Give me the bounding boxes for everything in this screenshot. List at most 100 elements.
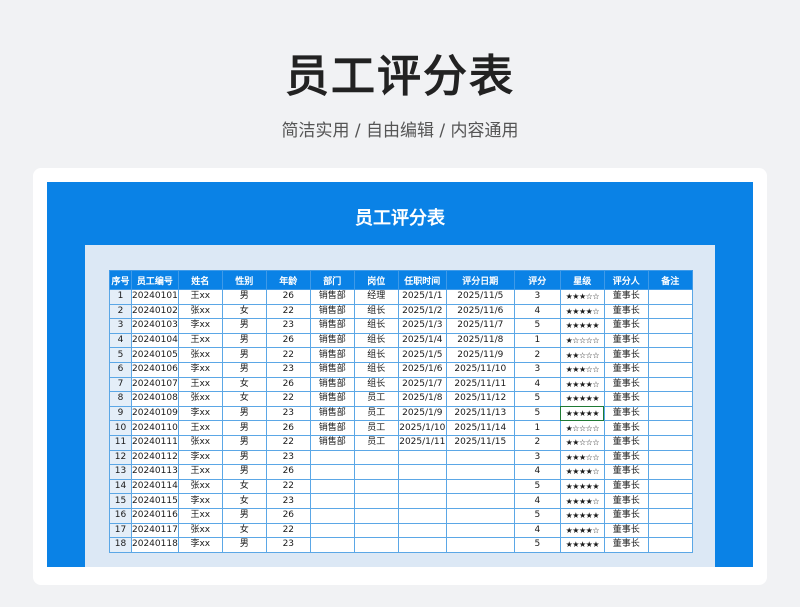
cell-notes[interactable] bbox=[647, 434, 693, 451]
cell-employee-id[interactable]: 20240115 bbox=[131, 493, 179, 509]
cell-start-date[interactable]: 2025/1/9 bbox=[397, 405, 447, 422]
cell-gender[interactable]: 男 bbox=[221, 361, 267, 378]
cell-notes[interactable] bbox=[647, 361, 693, 378]
col-header-department[interactable]: 部门 bbox=[309, 270, 355, 290]
cell-rater[interactable]: 董事长 bbox=[603, 507, 649, 524]
cell-name[interactable]: 王xx bbox=[177, 464, 223, 480]
cell-employee-id[interactable]: 20240114 bbox=[131, 478, 179, 495]
cell-score-date[interactable] bbox=[445, 507, 515, 524]
cell-notes[interactable] bbox=[647, 391, 693, 407]
cell-department[interactable]: 销售部 bbox=[309, 347, 355, 363]
cell-score-date[interactable]: 2025/11/12 bbox=[445, 391, 515, 407]
cell-start-date[interactable]: 2025/1/3 bbox=[397, 318, 447, 334]
cell-position[interactable]: 组长 bbox=[353, 376, 399, 393]
cell-notes[interactable] bbox=[647, 478, 693, 495]
cell-score[interactable]: 5 bbox=[513, 405, 561, 422]
cell-employee-id[interactable]: 20240107 bbox=[131, 376, 179, 393]
cell-department[interactable] bbox=[309, 464, 355, 480]
cell-department[interactable]: 销售部 bbox=[309, 318, 355, 334]
cell-notes[interactable] bbox=[647, 347, 693, 363]
cell-position[interactable]: 组长 bbox=[353, 347, 399, 363]
cell-department[interactable] bbox=[309, 507, 355, 524]
cell-position[interactable]: 组长 bbox=[353, 303, 399, 320]
cell-index[interactable]: 2 bbox=[109, 303, 132, 320]
cell-gender[interactable]: 男 bbox=[221, 464, 267, 480]
cell-position[interactable] bbox=[353, 449, 399, 466]
cell-rater[interactable]: 董事长 bbox=[603, 376, 649, 393]
cell-age[interactable]: 23 bbox=[265, 449, 311, 466]
cell-notes[interactable] bbox=[647, 420, 693, 436]
cell-stars[interactable]: ★☆☆☆☆ bbox=[559, 420, 605, 436]
cell-position[interactable] bbox=[353, 478, 399, 495]
cell-gender[interactable]: 男 bbox=[221, 289, 267, 305]
cell-start-date[interactable] bbox=[397, 537, 447, 553]
cell-age[interactable]: 22 bbox=[265, 434, 311, 451]
cell-employee-id[interactable]: 20240101 bbox=[131, 289, 179, 305]
cell-notes[interactable] bbox=[647, 537, 693, 553]
cell-start-date[interactable] bbox=[397, 493, 447, 509]
cell-notes[interactable] bbox=[647, 405, 693, 422]
cell-start-date[interactable]: 2025/1/5 bbox=[397, 347, 447, 363]
cell-department[interactable]: 销售部 bbox=[309, 420, 355, 436]
cell-start-date[interactable]: 2025/1/2 bbox=[397, 303, 447, 320]
cell-position[interactable] bbox=[353, 537, 399, 553]
cell-employee-id[interactable]: 20240118 bbox=[131, 537, 179, 553]
cell-start-date[interactable] bbox=[397, 478, 447, 495]
cell-employee-id[interactable]: 20240112 bbox=[131, 449, 179, 466]
cell-employee-id[interactable]: 20240113 bbox=[131, 464, 179, 480]
cell-rater[interactable]: 董事长 bbox=[603, 405, 649, 422]
cell-gender[interactable]: 男 bbox=[221, 347, 267, 363]
col-header-gender[interactable]: 性别 bbox=[221, 270, 267, 290]
cell-start-date[interactable]: 2025/1/8 bbox=[397, 391, 447, 407]
cell-score[interactable]: 5 bbox=[513, 318, 561, 334]
cell-notes[interactable] bbox=[647, 332, 693, 349]
cell-stars[interactable]: ★★★★★ bbox=[559, 391, 605, 407]
cell-score[interactable]: 3 bbox=[513, 361, 561, 378]
cell-score-date[interactable] bbox=[445, 493, 515, 509]
col-header-employee-id[interactable]: 员工编号 bbox=[131, 270, 179, 290]
cell-department[interactable] bbox=[309, 449, 355, 466]
cell-employee-id[interactable]: 20240116 bbox=[131, 507, 179, 524]
col-header-notes[interactable]: 备注 bbox=[647, 270, 693, 290]
cell-index[interactable]: 11 bbox=[109, 434, 132, 451]
cell-department[interactable]: 销售部 bbox=[309, 405, 355, 422]
cell-notes[interactable] bbox=[647, 464, 693, 480]
cell-employee-id[interactable]: 20240106 bbox=[131, 361, 179, 378]
cell-employee-id[interactable]: 20240105 bbox=[131, 347, 179, 363]
cell-department[interactable]: 销售部 bbox=[309, 434, 355, 451]
cell-department[interactable]: 销售部 bbox=[309, 289, 355, 305]
cell-notes[interactable] bbox=[647, 318, 693, 334]
cell-name[interactable]: 李xx bbox=[177, 318, 223, 334]
cell-start-date[interactable] bbox=[397, 464, 447, 480]
cell-index[interactable]: 3 bbox=[109, 318, 132, 334]
cell-notes[interactable] bbox=[647, 449, 693, 466]
cell-score[interactable]: 2 bbox=[513, 434, 561, 451]
cell-score-date[interactable]: 2025/11/5 bbox=[445, 289, 515, 305]
cell-notes[interactable] bbox=[647, 376, 693, 393]
cell-gender[interactable]: 男 bbox=[221, 420, 267, 436]
col-header-name[interactable]: 姓名 bbox=[177, 270, 223, 290]
col-header-stars[interactable]: 星级 bbox=[559, 270, 605, 290]
cell-score-date[interactable] bbox=[445, 537, 515, 553]
cell-position[interactable] bbox=[353, 507, 399, 524]
cell-age[interactable]: 26 bbox=[265, 376, 311, 393]
cell-score-date[interactable]: 2025/11/13 bbox=[445, 405, 515, 422]
cell-score-date[interactable]: 2025/11/15 bbox=[445, 434, 515, 451]
cell-stars[interactable]: ★★★★☆ bbox=[559, 493, 605, 509]
cell-employee-id[interactable]: 20240102 bbox=[131, 303, 179, 320]
cell-position[interactable]: 员工 bbox=[353, 391, 399, 407]
cell-name[interactable]: 王xx bbox=[177, 507, 223, 524]
cell-gender[interactable]: 男 bbox=[221, 318, 267, 334]
cell-stars[interactable]: ★★★★☆ bbox=[559, 376, 605, 393]
cell-employee-id[interactable]: 20240104 bbox=[131, 332, 179, 349]
cell-start-date[interactable]: 2025/1/1 bbox=[397, 289, 447, 305]
cell-rater[interactable]: 董事长 bbox=[603, 464, 649, 480]
cell-gender[interactable]: 男 bbox=[221, 507, 267, 524]
cell-name[interactable]: 王xx bbox=[177, 420, 223, 436]
cell-age[interactable]: 22 bbox=[265, 303, 311, 320]
cell-index[interactable]: 4 bbox=[109, 332, 132, 349]
cell-name[interactable]: 王xx bbox=[177, 376, 223, 393]
cell-score[interactable]: 4 bbox=[513, 522, 561, 539]
cell-position[interactable] bbox=[353, 464, 399, 480]
cell-stars[interactable]: ★★★☆☆ bbox=[559, 449, 605, 466]
